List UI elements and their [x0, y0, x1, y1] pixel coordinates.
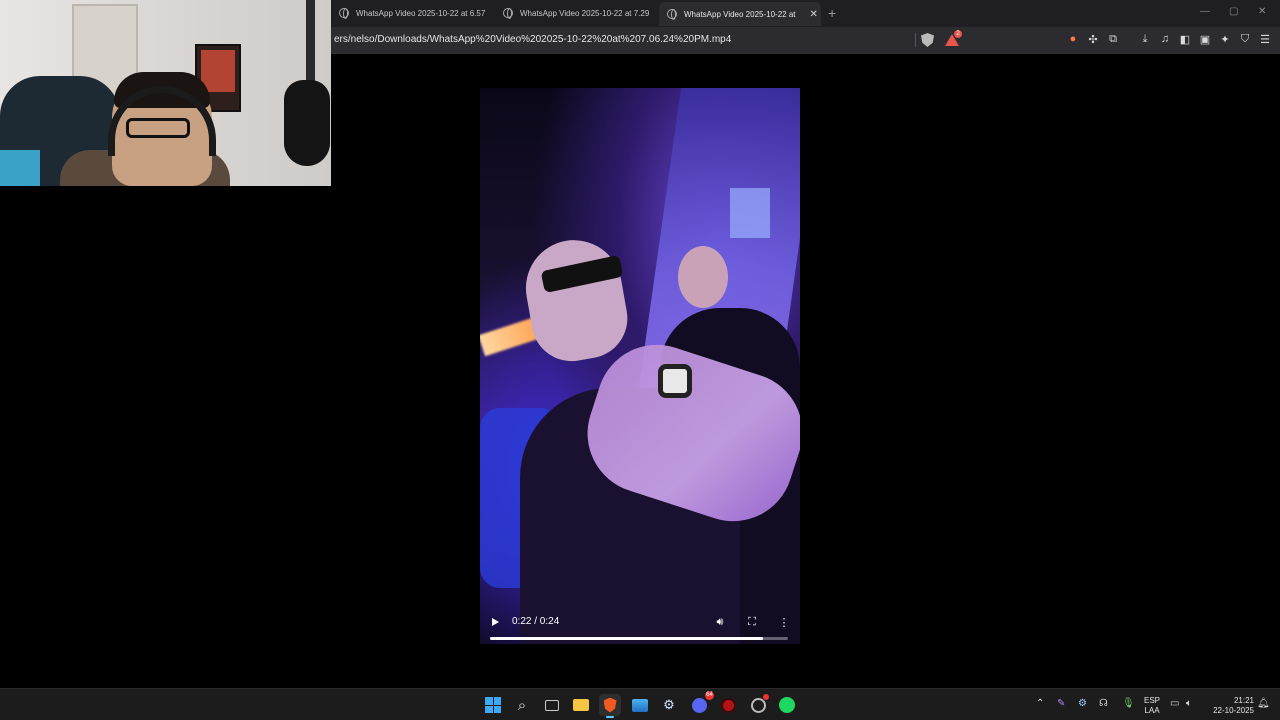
pen-app-icon[interactable]: ✎ — [1057, 698, 1065, 709]
video-controls: 0:22 / 0:24 🔊︎ ⛶ ⋮ — [480, 608, 800, 644]
clock-time: 21:21 — [1233, 696, 1254, 705]
rewards-badge: 2 — [954, 30, 962, 38]
webcam-overlay — [0, 0, 331, 186]
microphone-icon[interactable]: 🎙︎ — [1122, 698, 1135, 709]
obs-shape — [720, 697, 736, 713]
fire-extension-icon[interactable]: ● — [1066, 32, 1080, 46]
video-time: 0:22 / 0:24 — [512, 616, 560, 627]
brave-shields-icon[interactable] — [921, 33, 934, 47]
menu-icon[interactable]: ☰ — [1258, 32, 1272, 46]
leo-ai-icon[interactable]: ✦ — [1218, 32, 1232, 46]
url-field[interactable]: ers/nelso/Downloads/WhatsApp%20Video%202… — [334, 34, 731, 45]
speaker-icon[interactable]: 🔈︎ — [1186, 698, 1192, 709]
spotify-shape — [779, 697, 795, 713]
discord-badge: 64 — [705, 691, 714, 700]
network-icon[interactable]: ▭ — [1170, 698, 1179, 709]
notification-bell-icon[interactable]: 🔔︎ — [1257, 698, 1270, 709]
wallet-icon[interactable]: ▣ — [1198, 32, 1212, 46]
photos-shape — [632, 698, 648, 712]
toolbar-divider — [915, 33, 916, 47]
desktop-screen: WhatsApp Video 2025-10-22 at 6.57 WhatsA… — [0, 0, 1280, 720]
start-button[interactable] — [482, 694, 504, 716]
tab-whatsapp-video-3[interactable]: WhatsApp Video 2025-10-22 at ✕ — [659, 2, 821, 26]
tab-whatsapp-video-2[interactable]: WhatsApp Video 2025-10-22 at 7.29 — [495, 3, 655, 23]
language-code: ESP — [1143, 696, 1160, 705]
discord-icon[interactable]: 64 — [688, 691, 714, 716]
sidebar-icon[interactable]: ◧ — [1178, 32, 1192, 46]
more-options-icon[interactable]: ⋮ — [776, 614, 792, 630]
media-music-icon[interactable]: ♫ — [1158, 32, 1172, 46]
settings-notification-dot — [763, 694, 769, 700]
task-view-icon[interactable] — [541, 694, 563, 716]
headset-icon[interactable]: ☊ — [1099, 698, 1108, 709]
discord-shape — [691, 697, 707, 713]
extensions-puzzle-icon[interactable]: ✣ — [1086, 32, 1100, 46]
video-sign — [730, 188, 770, 238]
windows-icon — [485, 697, 501, 713]
globe-icon — [339, 8, 349, 19]
steam-tray-icon[interactable]: ⚙ — [1078, 698, 1087, 709]
clock[interactable]: 21:21 22-10-2025 — [1206, 696, 1254, 716]
taskbar: ⌕ ⚙ 64 ⌃ ✎ ⚙ ☊ 🎙︎ ESP LAA ▭ 🔈︎ 21:21 22-… — [0, 688, 1280, 720]
obs-icon[interactable] — [717, 694, 739, 716]
volume-icon[interactable]: 🔊︎ — [712, 614, 728, 630]
globe-icon — [503, 8, 513, 19]
tab-whatsapp-video-1[interactable]: WhatsApp Video 2025-10-22 at 6.57 — [331, 3, 491, 23]
task-view-shape — [545, 699, 559, 711]
fullscreen-icon[interactable]: ⛶ — [744, 614, 760, 630]
globe-icon — [667, 9, 677, 20]
tab-label: WhatsApp Video 2025-10-22 at — [684, 9, 796, 19]
video-frame[interactable] — [480, 88, 800, 644]
tab-label: WhatsApp Video 2025-10-22 at 7.29 — [520, 8, 650, 18]
cam-poster-art — [201, 50, 235, 92]
close-window-icon[interactable]: ✕ — [1258, 6, 1266, 17]
cam-guitar-neck — [306, 0, 315, 90]
new-tab-button[interactable]: + — [828, 5, 836, 21]
settings-icon[interactable] — [747, 694, 769, 716]
steam-icon[interactable]: ⚙ — [658, 694, 680, 716]
video-progress-bar[interactable] — [490, 637, 788, 640]
brave-browser-icon[interactable] — [599, 694, 621, 718]
cam-chair-accent — [0, 150, 40, 186]
brave-shape — [603, 697, 617, 713]
downloads-icon[interactable]: ⤓ — [1138, 32, 1152, 46]
play-icon[interactable] — [492, 618, 499, 626]
settings-shape — [750, 697, 766, 713]
cam-glasses — [126, 118, 190, 138]
folder-shape — [573, 699, 589, 711]
minimize-icon[interactable]: — — [1200, 6, 1210, 17]
cam-guitar — [284, 80, 330, 166]
search-icon[interactable]: ⌕ — [511, 694, 533, 716]
tab-label: WhatsApp Video 2025-10-22 at 6.57 — [356, 8, 486, 18]
video-person-foreground-head — [518, 232, 634, 368]
keyboard-layout: LAA — [1144, 706, 1160, 715]
video-progress-fill — [490, 637, 764, 640]
photos-app-icon[interactable] — [629, 694, 651, 716]
maximize-icon[interactable]: ▢ — [1229, 6, 1238, 17]
language-indicator[interactable]: ESP LAA — [1142, 696, 1162, 716]
vpn-shield-icon[interactable]: ⛉ — [1238, 32, 1252, 46]
video-watch — [658, 364, 692, 398]
file-explorer-icon[interactable] — [570, 694, 592, 716]
close-tab-icon[interactable]: ✕ — [809, 9, 817, 20]
chevron-up-icon[interactable]: ⌃ — [1036, 698, 1044, 709]
spotify-icon[interactable] — [776, 694, 798, 716]
video-person-background-head — [678, 246, 728, 308]
screenshot-icon[interactable]: ⧉ — [1106, 32, 1120, 46]
clock-date: 22-10-2025 — [1213, 706, 1254, 715]
